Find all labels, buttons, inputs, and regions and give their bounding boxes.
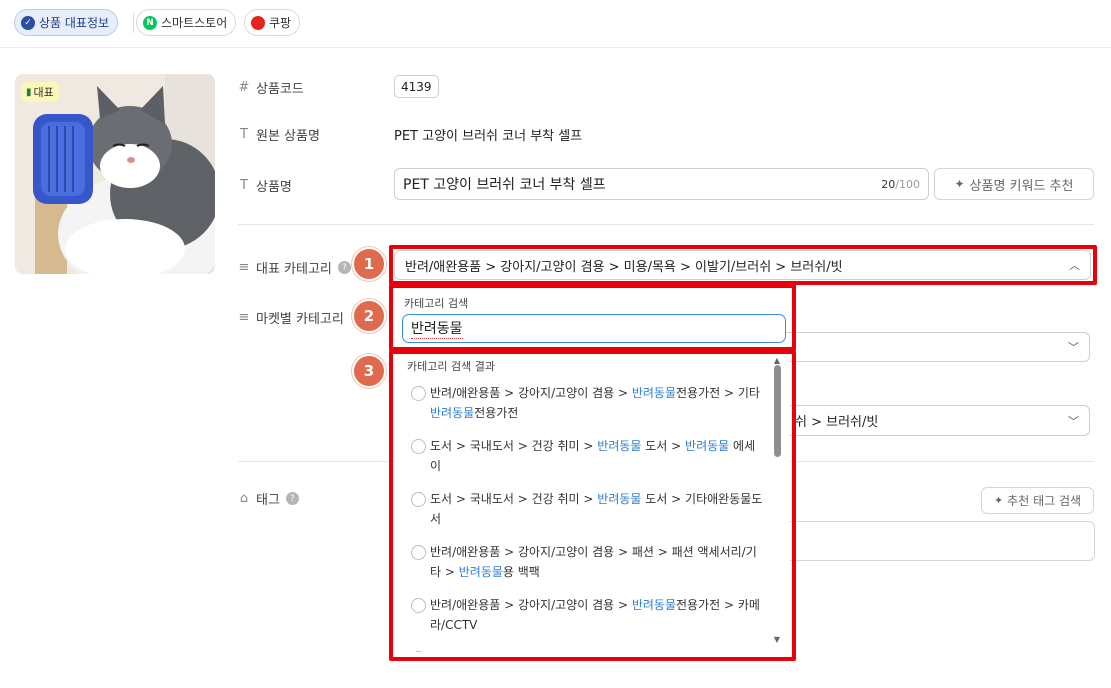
chevron-down-icon: ﹀ — [1068, 414, 1079, 428]
annotation-badge-3: 3 — [352, 354, 386, 388]
original-name-value: PET 고양이 브러쉬 코너 부착 셀프 — [394, 129, 583, 144]
marketplace-tab-bar: ✓ 상품 대표정보 N 스마트스토어 쿠팡 — [0, 0, 1111, 48]
annotation-box-1 — [389, 245, 1097, 285]
annotation-box-2 — [389, 284, 796, 351]
sparkle-icon: ✦ — [954, 177, 965, 191]
filter-icon: ≡ — [238, 260, 250, 275]
market-category-label: ≡ 마켓별 카테고리 — [238, 308, 344, 327]
char-counter: 20/100 — [881, 178, 920, 191]
product-thumbnail[interactable]: ▮ 대표 — [15, 74, 215, 274]
original-name-label: T 원본 상품명 — [238, 125, 320, 144]
help-icon[interactable]: ? — [337, 261, 351, 274]
tab-label: 상품 대표정보 — [39, 16, 110, 30]
market-category-select-smartstore[interactable]: ﹀ — [785, 332, 1090, 362]
keyword-recommend-label: 상품명 키워드 추천 — [969, 178, 1074, 194]
original-name-label-text: 원본 상품명 — [256, 129, 320, 144]
product-name-value: PET 고양이 브러쉬 코너 부착 셀프 — [403, 177, 606, 193]
product-code-label: # 상품코드 — [238, 78, 304, 97]
representative-badge-label: 대표 — [33, 86, 54, 99]
tab-label: 쿠팡 — [269, 16, 292, 30]
rep-category-label-text: 대표 카테고리 — [256, 262, 332, 277]
annotation-badge-1: 1 — [352, 247, 386, 281]
product-name-label-text: 상품명 — [256, 180, 292, 195]
tab-separator — [133, 13, 134, 33]
tag-icon: ⌂ — [239, 491, 249, 506]
market-category-select-coupang[interactable]: 쉬 > 브러쉬/빗 ﹀ — [785, 405, 1090, 436]
tag-label-text: 태그 — [256, 493, 280, 508]
tab-coupang[interactable]: 쿠팡 — [244, 9, 301, 36]
tab-label: 스마트스토어 — [161, 16, 228, 30]
product-name-input[interactable]: PET 고양이 브러쉬 코너 부착 셀프 20/100 — [394, 168, 929, 200]
representative-badge: ▮ 대표 — [21, 82, 59, 102]
keyword-recommend-button[interactable]: ✦ 상품명 키워드 추천 — [934, 168, 1094, 200]
cat-brush-image — [15, 74, 215, 274]
bookmark-icon: ▮ — [26, 86, 32, 98]
market-category-label-text: 마켓별 카테고리 — [256, 312, 344, 327]
sparkle-icon: ✦ — [993, 494, 1004, 507]
hash-icon: # — [238, 80, 250, 95]
filter-icon: ≡ — [238, 310, 250, 325]
naver-logo-icon: N — [143, 15, 157, 30]
tag-input[interactable] — [790, 521, 1095, 561]
annotation-badge-2: 2 — [352, 299, 386, 333]
check-circle-icon: ✓ — [21, 15, 35, 30]
text-type-icon: T — [240, 178, 248, 193]
section-divider — [238, 224, 1094, 225]
text-type-icon: T — [240, 127, 248, 142]
char-count: 20 — [881, 177, 896, 191]
product-code-label-text: 상품코드 — [256, 82, 304, 97]
rep-category-label: ≡ 대표 카테고리 ? — [238, 258, 351, 277]
recommend-tag-search-label: 추천 태그 검색 — [1007, 494, 1082, 508]
coupang-logo-icon — [251, 15, 265, 30]
recommend-tag-search-button[interactable]: ✦ 추천 태그 검색 — [981, 487, 1094, 514]
market-category-value: 쉬 > 브러쉬/빗 — [795, 415, 879, 430]
chevron-down-icon: ﹀ — [1068, 341, 1079, 354]
tab-product-info[interactable]: ✓ 상품 대표정보 — [14, 9, 119, 36]
char-max: /100 — [895, 177, 920, 191]
tag-label: ⌂ 태그 ? — [238, 489, 299, 508]
product-name-label: T 상품명 — [238, 176, 292, 195]
help-icon[interactable]: ? — [285, 492, 299, 505]
product-code-value: 4139 — [394, 75, 439, 98]
tab-smartstore[interactable]: N 스마트스토어 — [136, 9, 237, 36]
annotation-box-3 — [389, 350, 796, 661]
